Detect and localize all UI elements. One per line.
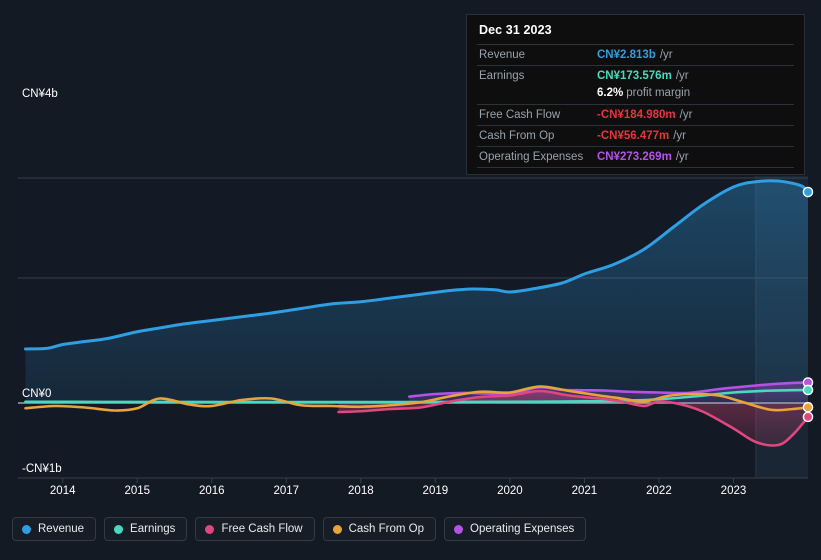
legend-item-label: Cash From Op [348,523,425,535]
legend-color-dot-icon [454,524,464,534]
tooltip-row-unit: /yr [675,151,689,163]
financial-chart: CN¥4b CN¥0 -CN¥1b 2014 2015 2016 2017 2018 2019… [0,0,821,560]
tooltip-rows: Revenue CN¥2.813b/yr Earnings CN¥173.576m/y… [477,44,794,168]
legend-item-label: Operating Expenses [470,523,575,535]
x-tick-label: 2022 [646,485,672,497]
y-tick-label: CN¥0 [22,388,52,400]
x-tick-label: 2017 [273,485,300,497]
y-tick-label: -CN¥1b [22,463,62,475]
endpoint-marker-earnings [802,384,814,396]
tooltip-row-value: CN¥2.813b [597,49,656,61]
tooltip-row-unit: profit margin [626,87,691,99]
x-tick-label: 2023 [720,485,747,497]
data-tooltip: Dec 31 2023 Revenue CN¥2.813b/yr Earnings C… [466,14,805,175]
tooltip-row-value: -CN¥56.477m [597,130,670,142]
legend-item-operating-expenses[interactable]: Operating Expenses [444,517,587,541]
tooltip-row-value: CN¥173.576m [597,70,672,82]
chart-legend: Revenue Earnings Free Cash Flow Cash From O… [12,517,587,541]
tooltip-row: Earnings CN¥173.576m/yr [477,65,794,86]
legend-color-dot-icon [114,524,124,534]
endpoint-marker-cash-from-op [802,401,814,413]
tooltip-row-value: -CN¥184.980m [597,109,676,121]
legend-color-dot-icon [332,524,342,534]
x-tick-label: 2020 [497,485,523,497]
tooltip-row-label: Cash From Op [479,130,555,142]
legend-item-cash-from-op[interactable]: Cash From Op [322,517,437,541]
legend-item-earnings[interactable]: Earnings [104,517,188,541]
tooltip-row: Free Cash Flow -CN¥184.980m/yr [477,104,794,125]
tooltip-row-unit: /yr [679,109,693,121]
tooltip-row-label: Revenue [479,49,526,61]
tooltip-row-label: Operating Expenses [479,151,584,163]
legend-item-label: Earnings [130,523,176,535]
tooltip-row-label: Earnings [479,70,525,82]
tooltip-row-value: 6.2% [597,87,624,99]
legend-item-label: Revenue [38,523,85,535]
endpoint-marker-revenue [802,186,814,198]
legend-item-revenue[interactable]: Revenue [12,517,97,541]
tooltip-row-value: CN¥273.269m [597,151,672,163]
legend-color-dot-icon [205,524,215,534]
legend-item-free-cash-flow[interactable]: Free Cash Flow [195,517,315,541]
tooltip-row: Revenue CN¥2.813b/yr [477,44,794,65]
tooltip-row: Cash From Op -CN¥56.477m/yr [477,125,794,146]
tooltip-row-unit: /yr [673,130,687,142]
x-tick-label: 2021 [571,485,598,497]
x-tick-label: 2014 [49,485,76,497]
tooltip-row-label: Free Cash Flow [479,109,561,121]
tooltip-row: 6.2% profit margin [477,86,794,104]
legend-color-dot-icon [22,524,31,534]
x-tick-label: 2019 [422,485,449,497]
endpoint-marker-free-cash-flow [802,411,814,423]
x-tick-label: 2015 [124,485,151,497]
x-tick-label: 2018 [348,485,374,497]
legend-item-label: Free Cash Flow [221,523,303,535]
tooltip-row: Operating Expenses CN¥273.269m/yr [477,146,794,168]
tooltip-row-unit: /yr [659,49,673,61]
tooltip-date: Dec 31 2023 [479,23,552,37]
x-tick-label: 2016 [198,485,225,497]
tooltip-row-unit: /yr [675,70,689,82]
y-tick-label: CN¥4b [22,88,58,100]
